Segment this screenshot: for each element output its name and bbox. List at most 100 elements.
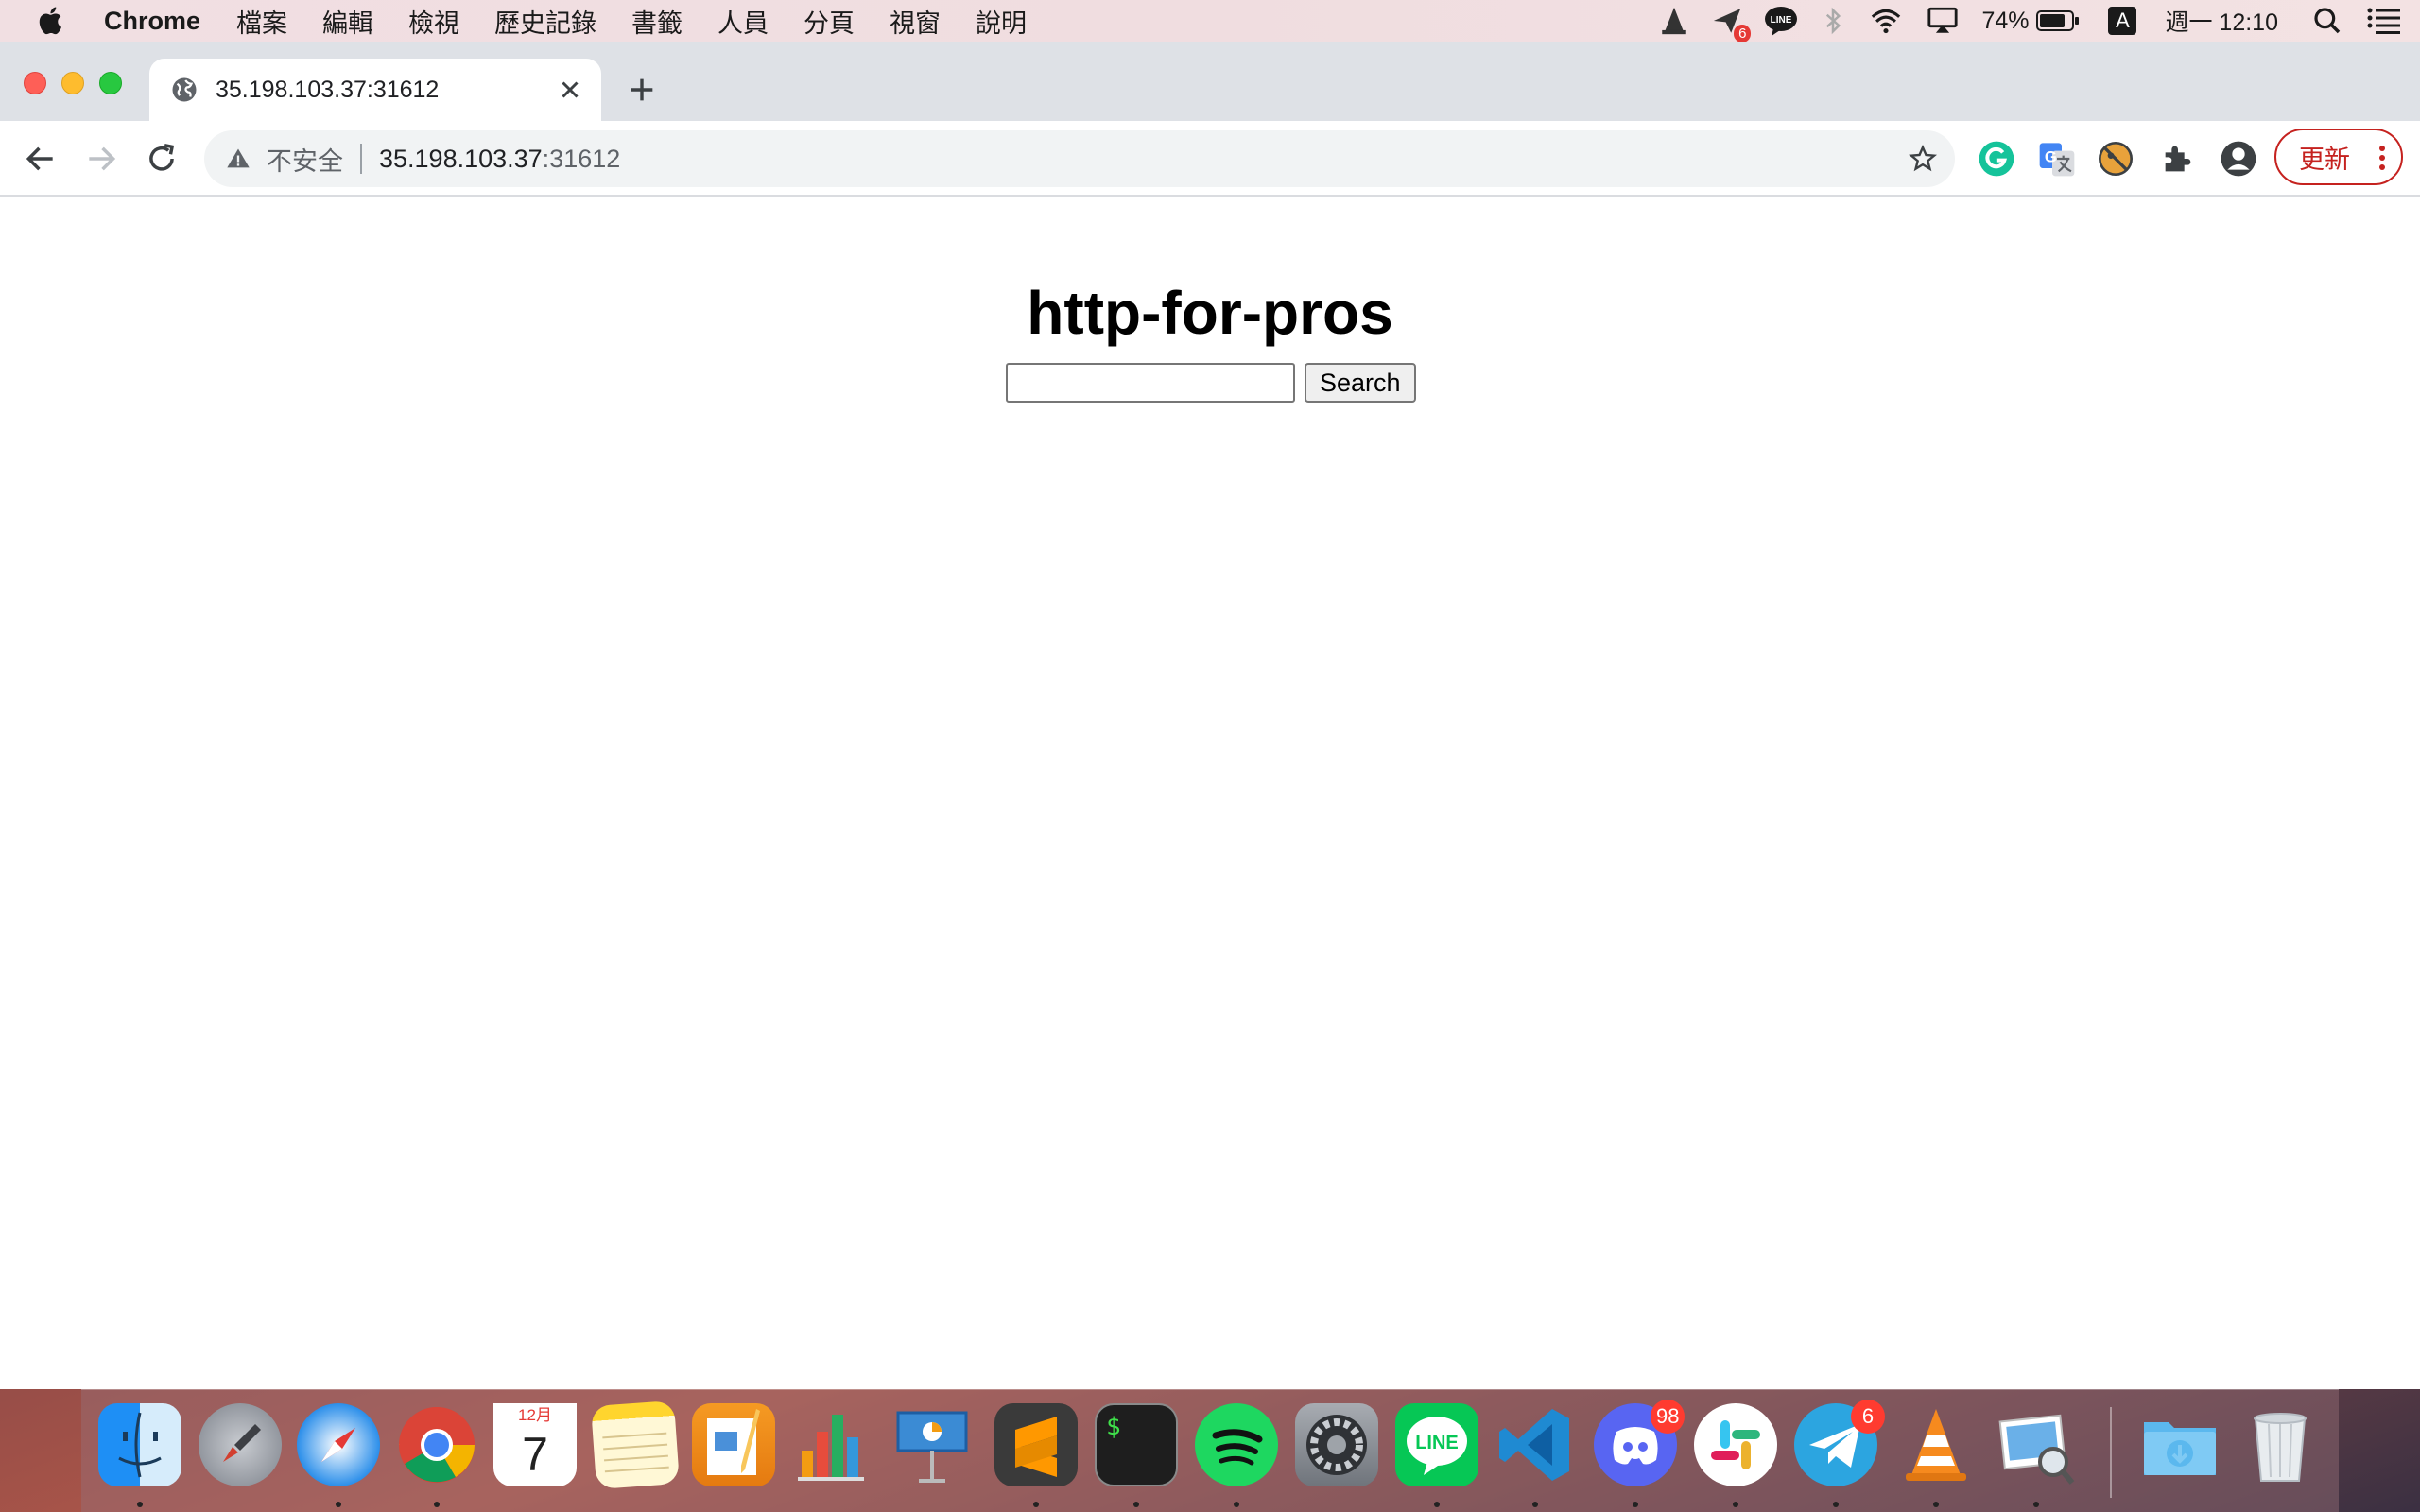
more-vert-icon[interactable] — [2378, 145, 2386, 171]
grammarly-icon[interactable] — [1978, 140, 2015, 178]
dock-calendar-icon[interactable]: 12月 7 — [493, 1403, 577, 1486]
globe-icon — [172, 77, 197, 102]
extensions-puzzle-icon[interactable] — [2159, 140, 2197, 178]
menu-window[interactable]: 視窗 — [890, 3, 941, 40]
search-button[interactable]: Search — [1305, 363, 1416, 403]
menu-file[interactable]: 檔案 — [236, 3, 287, 40]
dock-preview-icon[interactable] — [1995, 1403, 2078, 1486]
dock-system-preferences-icon[interactable] — [1295, 1403, 1378, 1486]
profile-avatar-icon[interactable] — [2220, 140, 2257, 178]
bookmark-star-icon[interactable] — [1908, 144, 1938, 174]
dock-running-indicator — [1833, 1502, 1839, 1507]
line-status-label: LINE — [1771, 15, 1792, 26]
svg-text:G: G — [2045, 147, 2057, 165]
input-method-icon[interactable]: A — [2108, 7, 2137, 35]
update-chrome-button[interactable]: 更新 — [2274, 129, 2403, 185]
dock-running-indicator — [336, 1502, 341, 1507]
page-content: http-for-pros Search — [0, 198, 2420, 1389]
menu-help[interactable]: 說明 — [976, 3, 1027, 40]
browser-window: 35.198.103.37:31612 不安全 35.198.103.37:3… — [0, 42, 2420, 1389]
security-label[interactable]: 不安全 — [267, 141, 343, 178]
tab-title: 35.198.103.37:31612 — [216, 76, 440, 103]
dock-running-indicator — [1633, 1502, 1638, 1507]
close-tab-icon[interactable] — [556, 76, 584, 104]
back-arrow-icon[interactable] — [23, 141, 59, 177]
paper-plane-status-icon[interactable]: 6 — [1711, 5, 1752, 43]
tab-active[interactable]: 35.198.103.37:31612 — [149, 59, 601, 121]
tab-strip: 35.198.103.37:31612 — [0, 42, 2420, 121]
apple-icon[interactable] — [36, 5, 68, 37]
dock: 12月 7 $ LINE 98 6 — [81, 1389, 2339, 1512]
warning-icon[interactable] — [225, 146, 251, 172]
address-bar[interactable]: 不安全 35.198.103.37 :31612 — [204, 130, 1955, 187]
dock-running-indicator — [137, 1502, 143, 1507]
dock-chrome-icon[interactable] — [395, 1403, 478, 1486]
dock-safari-icon[interactable] — [297, 1403, 380, 1486]
menu-tab[interactable]: 分頁 — [804, 3, 855, 40]
dock-pages-icon[interactable] — [692, 1403, 775, 1486]
update-label: 更新 — [2299, 145, 2350, 174]
line-status-icon[interactable]: LINE — [1764, 5, 1798, 37]
dock-running-indicator — [1532, 1502, 1538, 1507]
forward-arrow-icon[interactable] — [83, 141, 119, 177]
new-tab-icon[interactable] — [626, 74, 658, 106]
dock-sublime-text-icon[interactable] — [994, 1403, 1078, 1486]
fullscreen-window-button[interactable] — [99, 72, 122, 94]
search-input[interactable] — [1006, 363, 1295, 403]
menu-edit[interactable]: 編輯 — [322, 3, 373, 40]
menu-history[interactable]: 歷史記錄 — [494, 3, 596, 40]
dock-notes-icon[interactable] — [591, 1400, 680, 1489]
terminal-prompt: $ — [1106, 1413, 1121, 1441]
dock-numbers-icon[interactable] — [790, 1403, 873, 1486]
dock-running-indicator — [434, 1502, 440, 1507]
battery-icon[interactable] — [2036, 9, 2080, 33]
dock-running-indicator — [2033, 1502, 2039, 1507]
notification-badge: 6 — [1734, 25, 1752, 43]
line-dock-label: LINE — [1415, 1433, 1459, 1453]
close-window-button[interactable] — [24, 72, 46, 94]
airplay-icon[interactable] — [1925, 5, 1961, 37]
dock-launchpad-icon[interactable] — [199, 1403, 282, 1486]
menu-view[interactable]: 檢視 — [408, 3, 459, 40]
vlc-status-icon[interactable] — [1658, 5, 1690, 37]
dock-downloads-folder-icon[interactable] — [2138, 1403, 2221, 1486]
dock-spotify-icon[interactable] — [1195, 1403, 1278, 1486]
dock-divider — [2110, 1407, 2112, 1498]
dock-running-indicator — [1133, 1502, 1139, 1507]
notification-center-icon[interactable] — [2367, 7, 2401, 35]
menu-bar: Chrome 檔案 編輯 檢視 歷史記錄 書籤 人員 分頁 視窗 說明 6 LI… — [0, 0, 2420, 43]
extension-blocked-icon[interactable] — [2097, 140, 2135, 178]
wifi-icon[interactable] — [1868, 5, 1904, 37]
dock-vlc-icon[interactable] — [1894, 1403, 1978, 1486]
address-divider — [360, 144, 362, 174]
dock-finder-icon[interactable] — [98, 1403, 182, 1486]
dock-slack-icon[interactable] — [1694, 1403, 1777, 1486]
battery-percent: 74% — [1981, 7, 2030, 34]
clock[interactable]: 週一 12:10 — [2165, 4, 2278, 38]
search-form: Search — [1006, 363, 1416, 403]
dock-terminal-icon[interactable]: $ — [1095, 1403, 1178, 1486]
telegram-badge: 6 — [1851, 1400, 1885, 1434]
dock-vscode-icon[interactable] — [1494, 1403, 1577, 1486]
dock-keynote-icon[interactable] — [890, 1403, 974, 1486]
google-translate-icon[interactable]: G — [2038, 140, 2076, 178]
browser-toolbar: 不安全 35.198.103.37 :31612 G 更新 — [0, 121, 2420, 197]
dock-running-indicator — [1033, 1502, 1039, 1507]
minimize-window-button[interactable] — [61, 72, 84, 94]
spotlight-search-icon[interactable] — [2312, 6, 2342, 36]
menu-bookmarks[interactable]: 書籤 — [631, 3, 683, 40]
reload-icon[interactable] — [144, 141, 180, 177]
dock-trash-icon[interactable] — [2238, 1403, 2322, 1486]
calendar-day: 7 — [522, 1428, 548, 1481]
menu-app-name[interactable]: Chrome — [104, 7, 200, 36]
dock-running-indicator — [1733, 1502, 1738, 1507]
url-port: :31612 — [542, 144, 621, 173]
dock-running-indicator — [1933, 1502, 1939, 1507]
bluetooth-icon[interactable] — [1819, 5, 1847, 37]
page-title: http-for-pros — [1027, 279, 1393, 347]
url-host: 35.198.103.37 — [379, 144, 543, 173]
dock-line-icon[interactable]: LINE — [1395, 1403, 1478, 1486]
menu-people[interactable]: 人員 — [717, 3, 769, 40]
dock-running-indicator — [1234, 1502, 1239, 1507]
input-method-label: A — [2108, 7, 2137, 35]
